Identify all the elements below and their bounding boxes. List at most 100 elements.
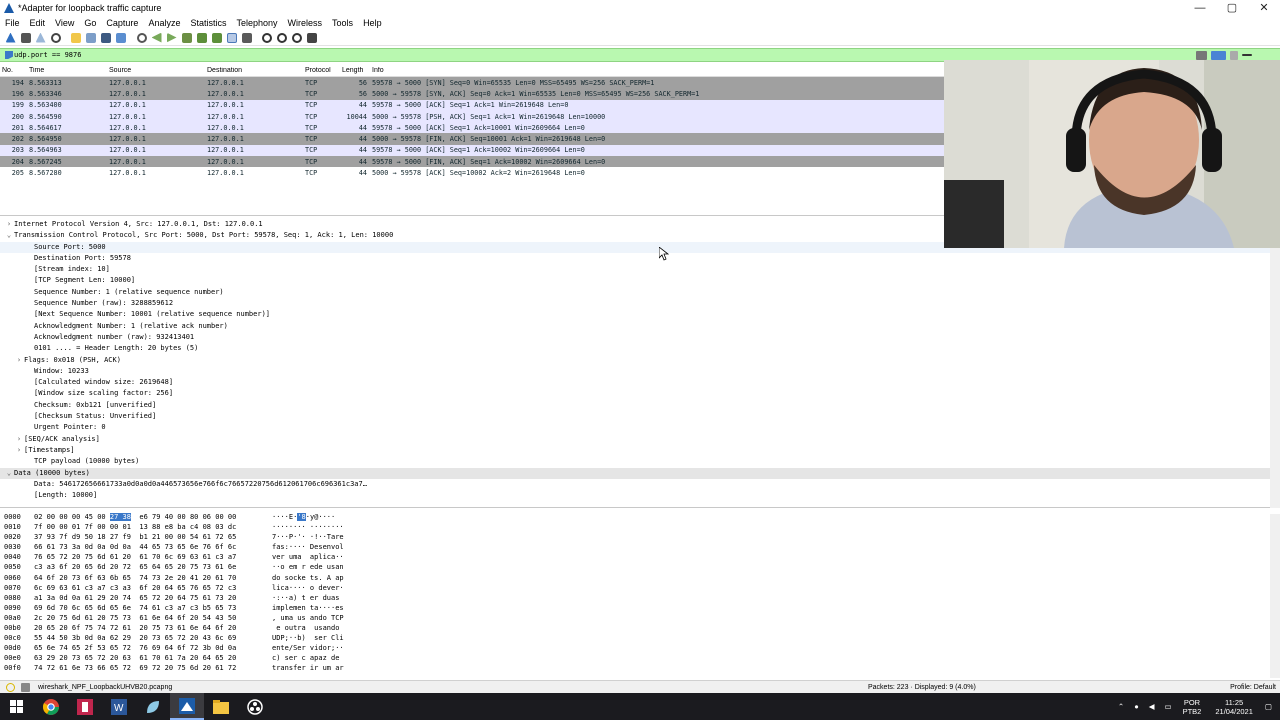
first-packet-icon[interactable] [196,32,207,43]
bytes-row[interactable]: 00d0 65 6e 74 65 2f 53 65 72 76 69 64 6f … [0,643,1270,653]
packet-row[interactable]: 205 8.567280 127.0.0.1 127.0.0.1 TCP 44 5000 →… [0,167,944,178]
expanded-chevron-icon[interactable]: ⌄ [4,230,14,241]
detail-tree-item[interactable]: ⌄ Data (10000 bytes) [0,467,1280,479]
column-header-source[interactable]: Source [107,67,205,74]
detail-tree-item[interactable]: Data: 546172656661733a0d0a0d0a446573656e… [0,479,1280,490]
detail-tree-item[interactable]: 0101 .... = Header Length: 20 bytes (5) [0,343,1280,354]
detail-tree-item[interactable]: Sequence Number (raw): 3288859612 [0,298,1280,309]
packet-row[interactable]: 196 8.563346 127.0.0.1 127.0.0.1 TCP 56 5000 →… [0,88,944,100]
bytes-row[interactable]: 0010 7f 00 00 01 7f 00 00 01 13 88 e8 ba … [0,522,1270,532]
packet-row[interactable]: 204 8.567245 127.0.0.1 127.0.0.1 TCP 44 59578 … [0,156,944,168]
expert-info-icon[interactable] [6,682,15,692]
filter-bookmark-icon[interactable] [5,51,13,59]
detail-tree-item[interactable]: [TCP Segment Len: 10000] [0,275,1280,286]
detail-tree-item[interactable]: Acknowledgment Number: 1 (relative ack n… [0,321,1280,332]
zoom-in-icon[interactable] [262,32,272,43]
bytes-row[interactable]: 0050 c3 a3 6f 20 65 6d 20 72 65 64 65 20 … [0,562,1270,572]
detail-tree-item[interactable]: [Window size scaling factor: 256] [0,388,1280,399]
capture-file-properties-icon[interactable] [21,682,30,692]
detail-tree-item[interactable]: Acknowledgment number (raw): 932413401 [0,332,1280,343]
packet-row[interactable]: 199 8.563400 127.0.0.1 127.0.0.1 TCP 44 59578 … [0,99,944,111]
restart-capture-icon[interactable] [35,32,46,43]
normal-size-icon[interactable] [292,32,302,43]
autoscroll-icon[interactable] [226,32,237,43]
taskbar-obs[interactable] [238,693,272,720]
bytes-row[interactable]: 00a0 2c 20 75 6d 61 20 75 73 61 6e 64 6f … [0,613,1270,623]
column-header-time[interactable]: Time [27,67,107,74]
taskbar-file-explorer[interactable] [204,693,238,720]
detail-tree-item[interactable]: [Stream index: 10] [0,264,1280,275]
menu-help[interactable]: Help [358,18,387,28]
collapsed-chevron-icon[interactable]: › [14,434,24,445]
taskbar-wireshark[interactable] [170,693,204,720]
display-filter-input[interactable] [14,51,1194,59]
column-header-protocol[interactable]: Protocol [303,67,340,74]
menu-wireless[interactable]: Wireless [283,18,328,28]
menu-go[interactable]: Go [79,18,101,28]
menu-telephony[interactable]: Telephony [231,18,282,28]
column-header-length[interactable]: Length [340,67,370,74]
go-back-icon[interactable] [151,32,162,43]
bytes-row[interactable]: 00b0 20 65 20 6f 75 74 72 61 20 75 73 61 … [0,623,1270,633]
apply-filter-icon[interactable] [1211,50,1226,60]
capture-options-icon[interactable] [50,32,61,43]
taskbar-media-player[interactable] [68,693,102,720]
volume-icon[interactable]: ◀ [1149,702,1155,711]
menu-analyze[interactable]: Analyze [143,18,185,28]
packet-row[interactable]: 194 8.563313 127.0.0.1 127.0.0.1 TCP 56 59578 … [0,77,944,89]
bytes-row[interactable]: 0040 76 65 72 20 75 6d 61 20 61 70 6c 69 … [0,552,1270,562]
packet-row[interactable]: 200 8.564590 127.0.0.1 127.0.0.1 TCP 10044 500… [0,110,944,123]
minimize-button[interactable]: — [1184,0,1216,16]
menu-tools[interactable]: Tools [327,18,358,28]
detail-tree-item[interactable]: [Next Sequence Number: 10001 (relative s… [0,309,1280,320]
details-scrollbar[interactable] [1270,248,1280,508]
column-header-no[interactable]: No. [0,67,27,74]
menu-statistics[interactable]: Statistics [185,18,231,28]
detail-tree-item[interactable]: Urgent Pointer: 0 [0,422,1280,433]
bytes-row[interactable]: 00e0 63 29 20 73 65 72 20 63 61 70 61 7a … [0,653,1270,663]
menu-capture[interactable]: Capture [101,18,143,28]
taskbar-app-4[interactable] [136,693,170,720]
expanded-chevron-icon[interactable]: ⌄ [4,468,14,479]
packet-row[interactable]: 203 8.564963 127.0.0.1 127.0.0.1 TCP 44 59578 … [0,144,944,157]
detail-tree-item[interactable]: Destination Port: 59578 [0,253,1280,264]
detail-tree-item[interactable]: [Length: 10000] [0,490,1280,501]
collapsed-chevron-icon[interactable]: › [4,219,14,230]
start-capture-icon[interactable] [5,32,16,43]
taskbar-word[interactable]: W [102,693,136,720]
detail-tree-item[interactable]: TCP payload (10000 bytes) [0,456,1280,467]
go-forward-icon[interactable] [166,32,177,43]
taskbar-chrome[interactable] [34,693,68,720]
last-packet-icon[interactable] [211,32,222,43]
go-to-packet-icon[interactable] [181,32,192,43]
column-header-info[interactable]: Info [370,67,944,74]
reload-file-icon[interactable] [116,32,126,43]
bytes-row[interactable]: 0020 37 93 7f d9 50 18 27 f9 b1 21 00 00 … [0,532,1270,542]
detail-tree-item[interactable]: › Flags: 0x018 (PSH, ACK) [0,355,1280,366]
filter-history-icon[interactable] [1230,50,1238,60]
language-indicator[interactable]: POR PTB2 [1183,698,1202,716]
status-profile[interactable]: Profile: Default [1230,684,1276,691]
close-file-icon[interactable] [101,32,111,43]
save-file-icon[interactable] [86,32,96,43]
zoom-out-icon[interactable] [277,32,287,43]
microphone-icon[interactable]: ● [1134,702,1139,711]
clock[interactable]: 11:25 21/04/2021 [1215,698,1253,716]
menu-view[interactable]: View [50,18,79,28]
detail-tree-item[interactable]: Window: 10233 [0,366,1280,377]
bytes-row[interactable]: 0080 a1 3a 0d 0a 61 29 20 74 65 72 20 64 … [0,593,1270,603]
collapsed-chevron-icon[interactable]: › [14,355,24,366]
add-filter-button-icon[interactable] [1242,54,1252,56]
bytes-row[interactable]: 0060 64 6f 20 73 6f 63 6b 65 74 73 2e 20 … [0,573,1270,583]
clear-filter-icon[interactable] [1196,50,1207,60]
collapsed-chevron-icon[interactable]: › [14,445,24,456]
open-file-icon[interactable] [71,32,81,43]
stop-capture-icon[interactable] [20,32,31,43]
notifications-icon[interactable]: ▢ [1265,702,1272,711]
find-packet-icon[interactable] [136,32,147,43]
detail-tree-item[interactable]: Sequence Number: 1 (relative sequence nu… [0,287,1280,298]
start-button[interactable] [0,693,34,720]
column-header-destination[interactable]: Destination [205,67,303,74]
network-icon[interactable]: ▭ [1165,702,1172,711]
close-button[interactable]: ✕ [1248,0,1280,16]
